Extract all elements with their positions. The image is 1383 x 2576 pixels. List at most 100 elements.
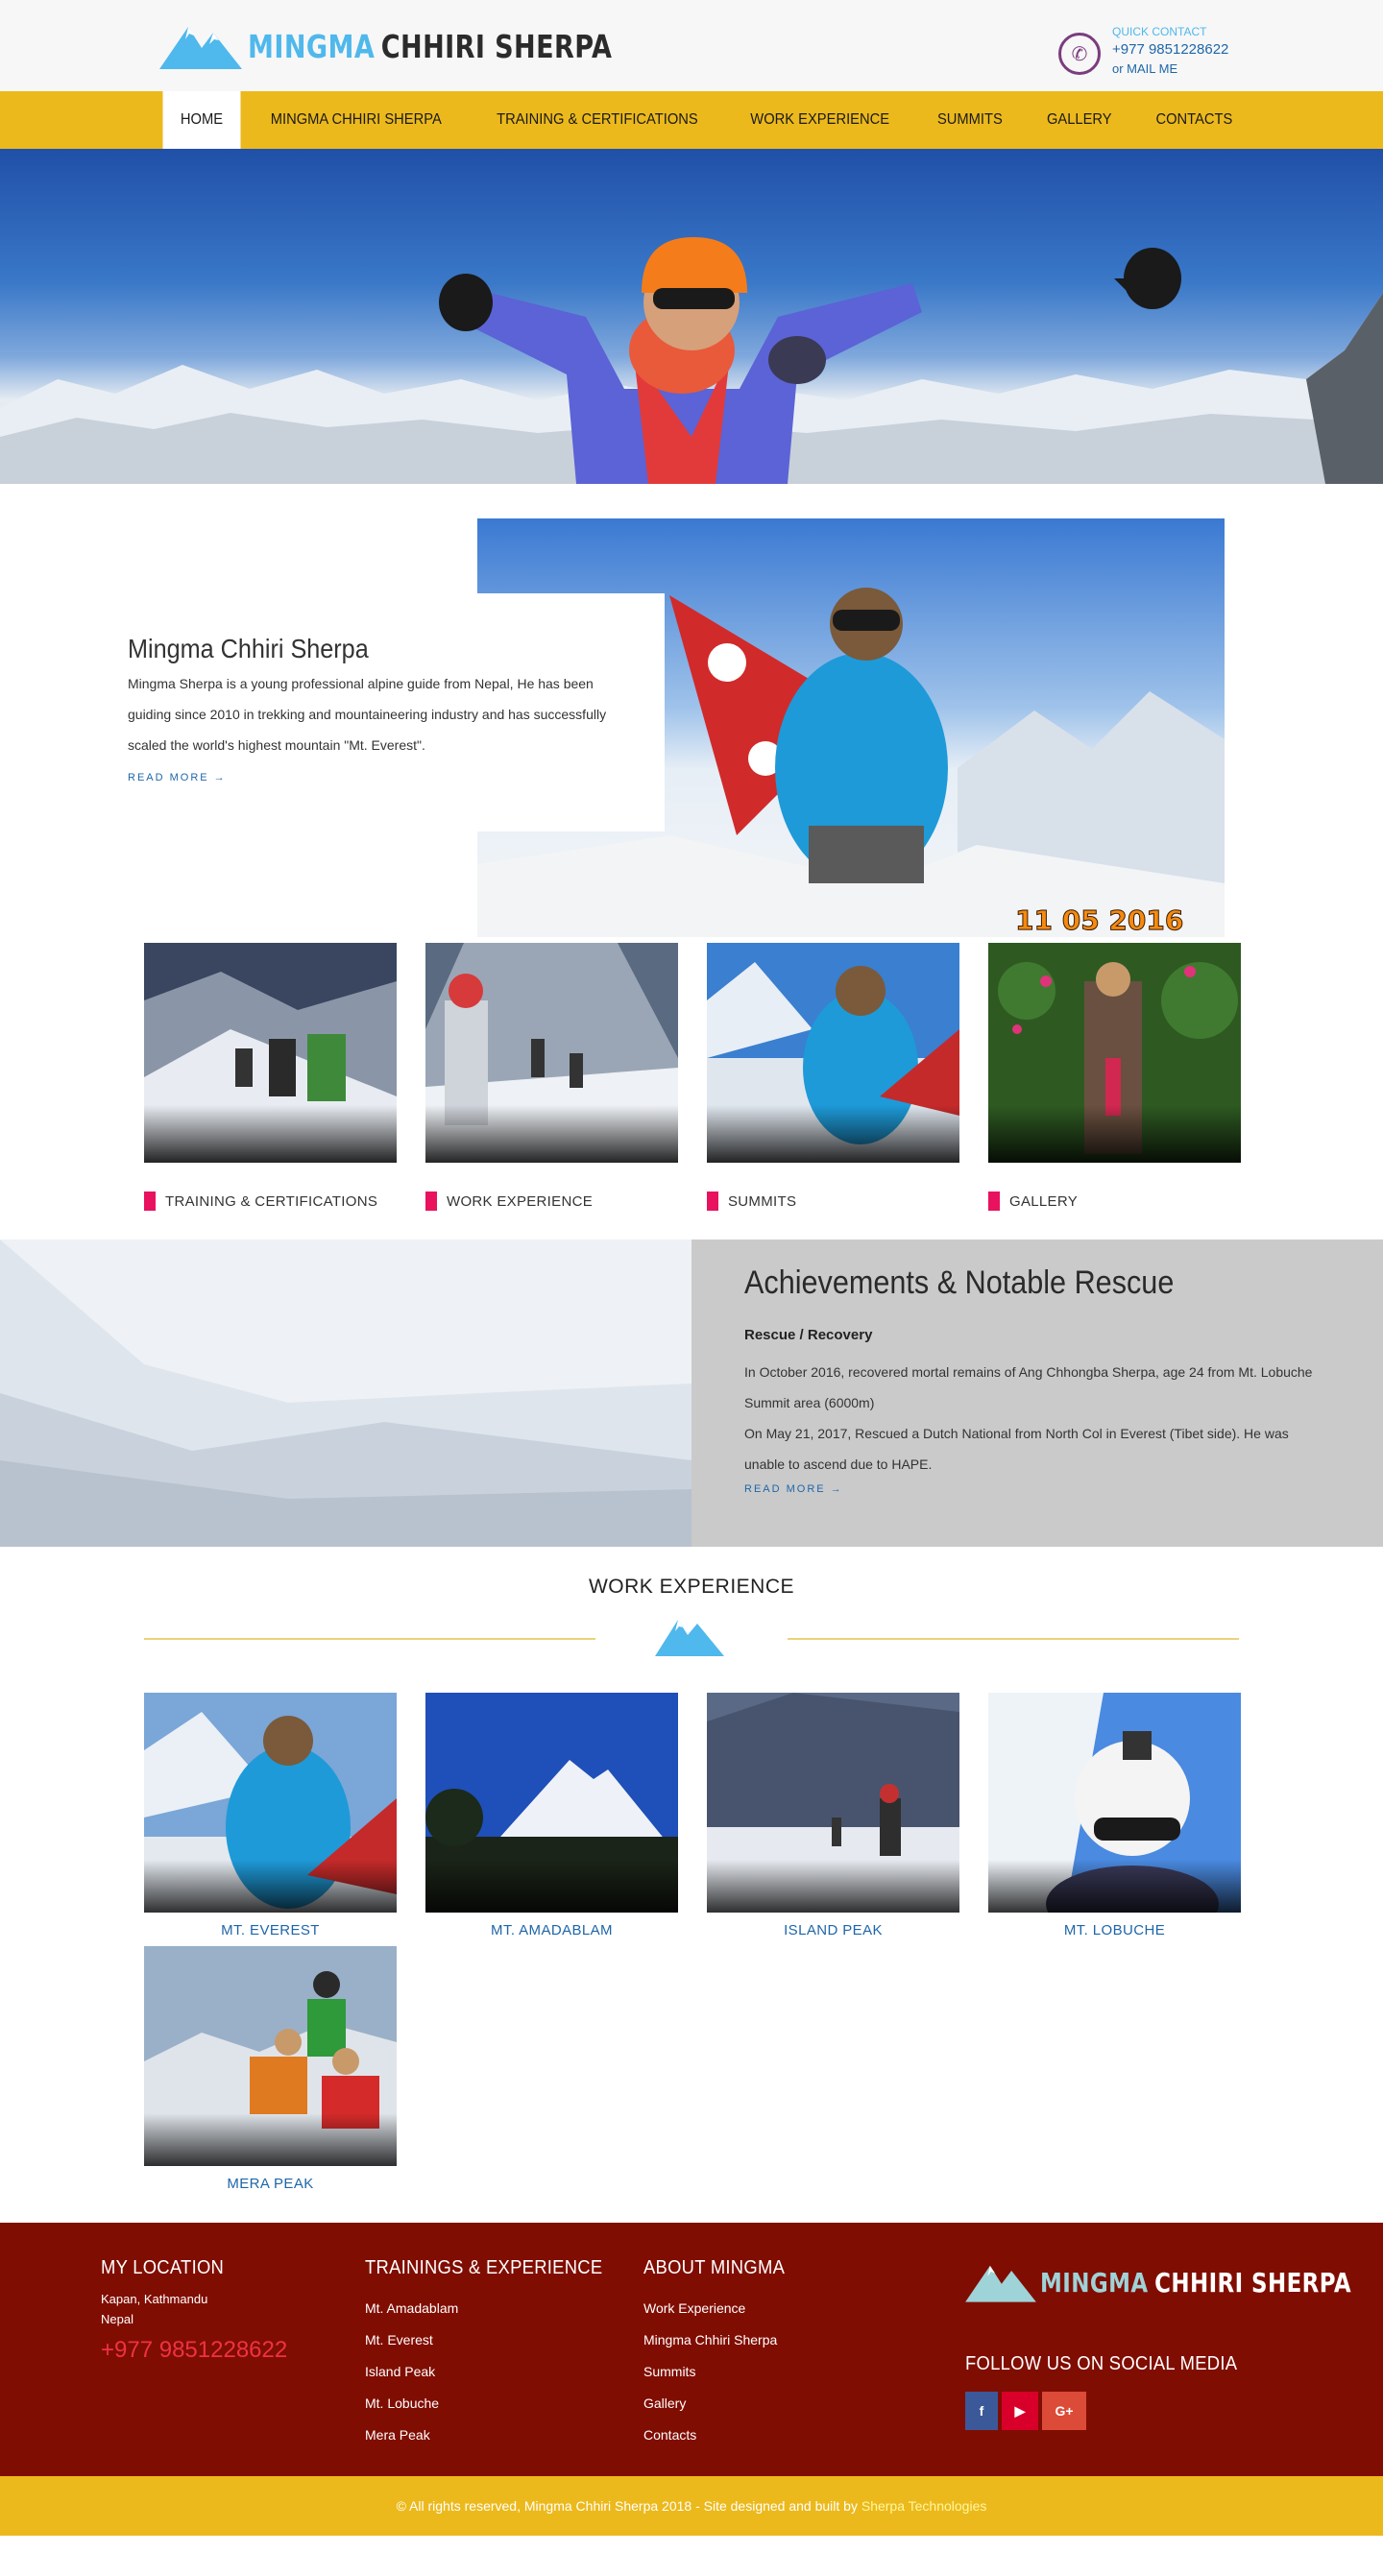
we-image[interactable] — [707, 1693, 959, 1913]
we-caption[interactable]: ISLAND PEAK — [707, 1922, 959, 1938]
nav-item-training-certifications[interactable]: TRAINING & CERTIFICATIONS — [478, 91, 715, 149]
work-experience-title: WORK EXPERIENCE — [588, 1576, 795, 1598]
card-work-experience[interactable]: WORK EXPERIENCE — [425, 943, 678, 1211]
about-section: 11 05 2016 Mingma Chhiri Sherpa Mingma S… — [0, 484, 1383, 937]
logo-word-chhiri-sherpa: CHHIRI SHERPA — [380, 27, 613, 65]
footer-link[interactable]: Mingma Chhiri Sherpa — [643, 2324, 797, 2356]
photo-date-stamp: 11 05 2016 — [1015, 904, 1183, 936]
about-text-box: Mingma Chhiri Sherpa Mingma Sherpa is a … — [111, 593, 665, 831]
hero-banner — [0, 149, 1383, 484]
google-plus-icon[interactable]: G+ — [1042, 2392, 1086, 2430]
we-caption[interactable]: MT. EVEREST — [144, 1922, 397, 1938]
achievements-text-1: In October 2016, recovered mortal remain… — [744, 1364, 1313, 1410]
footer-link[interactable]: Summits — [643, 2356, 797, 2388]
about-read-more-link[interactable]: READ MORE → — [128, 772, 227, 783]
mail-me-link[interactable]: or MAIL ME — [1112, 61, 1228, 76]
footer-link[interactable]: Mera Peak — [365, 2420, 623, 2451]
facebook-icon[interactable]: f — [965, 2392, 998, 2430]
footer-address-line-1: Kapan, Kathmandu — [101, 2292, 208, 2306]
we-item-amadablam[interactable]: MT. AMADABLAM — [425, 1693, 678, 1938]
nav-item-contacts[interactable]: CONTACTS — [1138, 91, 1250, 149]
nav-item-mingma-chhiri-sherpa[interactable]: MINGMA CHHIRI SHERPA — [253, 91, 459, 149]
we-image[interactable] — [144, 1693, 397, 1913]
footer-link[interactable]: Mt. Amadablam — [365, 2293, 623, 2324]
section-divider — [0, 1604, 1383, 1662]
achievements-section: Achievements & Notable Rescue Rescue / R… — [0, 1240, 1383, 1547]
mountain-logo-icon — [159, 27, 242, 69]
we-caption[interactable]: MERA PEAK — [144, 2176, 397, 2192]
footer-phone[interactable]: +977 9851228622 — [101, 2337, 287, 2364]
card-label: WORK EXPERIENCE — [447, 1192, 594, 1210]
footer-trainings: TRAININGS & EXPERIENCE Mt. Amadablam Mt.… — [365, 2257, 623, 2451]
nav-item-summits[interactable]: SUMMITS — [919, 91, 1020, 149]
card-marker — [988, 1192, 1000, 1211]
quick-contact: ✆ QUICK CONTACT +977 9851228622 or MAIL … — [1058, 25, 1228, 76]
youtube-icon[interactable]: ▶ — [1002, 2392, 1038, 2430]
card-label: GALLERY — [1009, 1192, 1079, 1210]
footer-location: MY LOCATION Kapan, Kathmandu Nepal +977 … — [101, 2257, 287, 2364]
footer-link[interactable]: Island Peak — [365, 2356, 623, 2388]
quick-contact-label: QUICK CONTACT — [1112, 25, 1207, 38]
about-text: Mingma Sherpa is a young professional al… — [128, 676, 607, 753]
main-nav: HOME MINGMA CHHIRI SHERPA TRAINING & CER… — [0, 91, 1383, 149]
we-item-mera-peak[interactable]: MERA PEAK — [144, 1946, 397, 2192]
site-logo[interactable]: MINGMA CHHIRI SHERPA — [159, 19, 692, 73]
nav-item-work-experience[interactable]: WORK EXPERIENCE — [733, 91, 908, 149]
we-image[interactable] — [988, 1693, 1241, 1913]
footer-about-title: ABOUT MINGMA — [643, 2257, 786, 2278]
footer-link[interactable]: Gallery — [643, 2388, 797, 2420]
about-title: Mingma Chhiri Sherpa — [128, 634, 369, 663]
social-title: FOLLOW US ON SOCIAL MEDIA — [965, 2353, 1238, 2374]
we-item-lobuche[interactable]: MT. LOBUCHE — [988, 1693, 1241, 1938]
we-item-island-peak[interactable]: ISLAND PEAK — [707, 1693, 959, 1938]
copyright-bar: © All rights reserved, Mingma Chhiri She… — [0, 2476, 1383, 2536]
work-experience-section: WORK EXPERIENCE MT. EVEREST MT. AMADABLA… — [0, 1576, 1383, 2200]
site-footer: MY LOCATION Kapan, Kathmandu Nepal +977 … — [0, 2223, 1383, 2476]
achievements-subtitle: Rescue / Recovery — [744, 1327, 873, 1343]
card-training[interactable]: TRAINING & CERTIFICATIONS — [144, 943, 397, 1211]
footer-link[interactable]: Mt. Everest — [365, 2324, 623, 2356]
card-marker — [425, 1192, 437, 1211]
footer-location-title: MY LOCATION — [101, 2257, 225, 2278]
work-experience-grid: MT. EVEREST MT. AMADABLAM ISLAND PEAK MT… — [0, 1693, 1383, 2200]
we-caption[interactable]: MT. AMADABLAM — [425, 1922, 678, 1938]
mountain-divider-icon — [655, 1620, 724, 1656]
achievements-read-more-link[interactable]: READ MORE → — [744, 1483, 843, 1495]
footer-about: ABOUT MINGMA Work Experience Mingma Chhi… — [643, 2257, 797, 2451]
achievements-photo — [0, 1240, 692, 1547]
card-work-experience-image[interactable] — [425, 943, 678, 1163]
we-caption[interactable]: MT. LOBUCHE — [988, 1922, 1241, 1938]
footer-address-line-2: Nepal — [101, 2312, 133, 2326]
footer-logo[interactable]: MINGMA CHHIRI SHERPA — [965, 2259, 1383, 2305]
site-header: MINGMA CHHIRI SHERPA ✆ QUICK CONTACT +977… — [0, 0, 1383, 91]
header-phone-number[interactable]: +977 9851228622 — [1112, 41, 1228, 58]
footer-link[interactable]: Work Experience — [643, 2293, 797, 2324]
logo-word-mingma: MINGMA — [1040, 2266, 1149, 2299]
card-marker — [707, 1192, 718, 1211]
we-image[interactable] — [425, 1693, 678, 1913]
footer-link[interactable]: Mt. Lobuche — [365, 2388, 623, 2420]
logo-word-mingma: MINGMA — [248, 27, 376, 65]
achievements-panel: Achievements & Notable Rescue Rescue / R… — [692, 1240, 1383, 1547]
achievements-title: Achievements & Notable Rescue — [744, 1264, 1175, 1301]
card-marker — [144, 1192, 156, 1211]
mountain-logo-icon — [965, 2265, 1036, 2302]
footer-trainings-title: TRAININGS & EXPERIENCE — [365, 2257, 603, 2278]
nav-item-home[interactable]: HOME — [162, 91, 241, 149]
achievements-text-2: On May 21, 2017, Rescued a Dutch Nationa… — [744, 1426, 1289, 1472]
card-gallery-image[interactable] — [988, 943, 1241, 1163]
social-links: f ▶ G+ — [965, 2392, 1086, 2430]
card-gallery[interactable]: GALLERY — [988, 943, 1241, 1211]
card-training-image[interactable] — [144, 943, 397, 1163]
card-summits[interactable]: SUMMITS — [707, 943, 959, 1211]
phone-icon: ✆ — [1058, 33, 1101, 75]
category-cards: TRAINING & CERTIFICATIONS WORK EXPERIENC… — [0, 943, 1383, 1211]
hero-climber-image — [0, 237, 1383, 484]
footer-link[interactable]: Contacts — [643, 2420, 797, 2451]
logo-word-chhiri-sherpa: CHHIRI SHERPA — [1154, 2266, 1352, 2299]
we-image[interactable] — [144, 1946, 397, 2166]
copyright-brand-link[interactable]: Sherpa Technologies — [861, 2498, 987, 2514]
we-item-everest[interactable]: MT. EVEREST — [144, 1693, 397, 1938]
card-summits-image[interactable] — [707, 943, 959, 1163]
nav-item-gallery[interactable]: GALLERY — [1029, 91, 1128, 149]
